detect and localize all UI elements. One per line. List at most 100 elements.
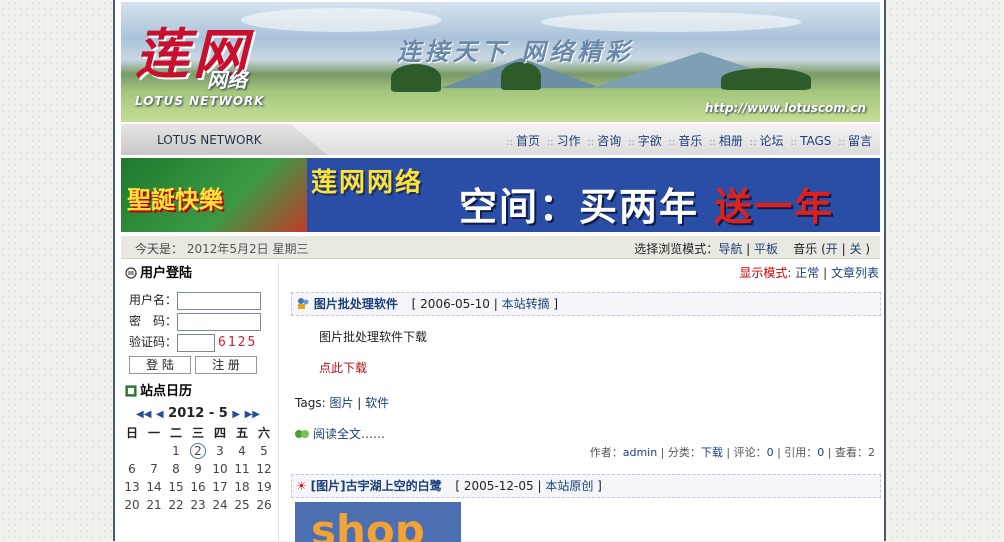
thumbnail-text: shop	[311, 506, 425, 542]
calendar-day[interactable]: 22	[165, 496, 187, 514]
logo-subtitle: 网络	[207, 68, 247, 92]
mode-flat-link[interactable]: 平板	[754, 242, 778, 256]
nav-item-music[interactable]: 音乐	[678, 134, 702, 148]
password-input[interactable]	[177, 312, 262, 331]
tag-link-image[interactable]: 图片	[329, 396, 353, 410]
read-more-link[interactable]: 阅读全文……	[313, 427, 385, 441]
today-value: 2012年5月2日 星期三	[186, 242, 309, 256]
calendar-day[interactable]: 23	[187, 496, 209, 514]
post-thumbnail[interactable]: shop	[295, 502, 461, 542]
post-title-link[interactable]: 图片批处理软件	[314, 297, 398, 311]
login-title: 用户登陆	[121, 262, 275, 286]
post-source-link-2[interactable]: 本站原创	[545, 479, 593, 493]
browse-mode: 选择浏览模式：导航 | 平板 音乐 (开 | 关 )	[634, 242, 870, 256]
weekday-header: 二	[169, 426, 182, 440]
calendar-day	[121, 442, 143, 460]
category-link[interactable]: 下载	[701, 446, 723, 459]
nav-item-forum[interactable]: 论坛	[760, 134, 784, 148]
post-title-bar-2: ☀ [图片]古宇湖上空的白鹭 [ 2005-12-05 | 本站原创 ]	[291, 474, 881, 498]
register-button[interactable]: 注 册	[195, 356, 257, 374]
weekday-header: 四	[213, 426, 226, 440]
post-title-link-2[interactable]: [图片]古宇湖上空的白鹭	[311, 479, 442, 493]
calendar-day[interactable]: 3	[209, 442, 231, 460]
banner-brand: 莲网网络	[311, 168, 424, 198]
prev-month-icon[interactable]: ◀	[156, 409, 164, 420]
calendar-day[interactable]: 6	[121, 460, 143, 478]
calendar-day[interactable]: 7	[143, 460, 165, 478]
prev-year-icon[interactable]: ◀◀	[136, 409, 151, 420]
site-url: http://www.lotuscom.cn	[704, 101, 866, 115]
post-icon	[296, 297, 310, 311]
nav-item-album[interactable]: 相册	[719, 134, 743, 148]
logo-english: LOTUS NETWORK	[135, 94, 265, 108]
post-date: 2006-05-10	[420, 297, 490, 311]
calendar-day[interactable]: 11	[231, 460, 253, 478]
calendar-day[interactable]: 17	[209, 478, 231, 496]
sidebar: 用户登陆 用户名： 密 码： 验证码： 6125 登 陆注 册 站点日历 ◀◀ ◀…	[121, 262, 275, 514]
view-count: 2	[868, 446, 875, 459]
read-more: 阅读全文……	[291, 425, 881, 442]
calendar-day[interactable]: 9	[187, 460, 209, 478]
calendar-day[interactable]: 10	[209, 460, 231, 478]
post-meta: [ 2006-05-10 | 本站转摘 ]	[411, 297, 559, 311]
calendar-day[interactable]: 13	[121, 478, 143, 496]
next-month-icon[interactable]: ▶	[232, 409, 240, 420]
date-bar: 今天是： 2012年5月2日 星期三 选择浏览模式：导航 | 平板 音乐 (开 …	[121, 236, 880, 259]
calendar-day[interactable]: 1	[165, 442, 187, 460]
nav-item-desire[interactable]: 字欲	[638, 134, 662, 148]
nav-item-writing[interactable]: 习作	[557, 134, 581, 148]
calendar-day[interactable]: 12	[253, 460, 275, 478]
calendar-day[interactable]: 4	[231, 442, 253, 460]
calendar-day	[143, 442, 165, 460]
calendar-day[interactable]: 19	[253, 478, 275, 496]
post-title-bar: 图片批处理软件 [ 2006-05-10 | 本站转摘 ]	[291, 292, 881, 316]
calendar-title-text: 站点日历	[140, 384, 193, 399]
calendar-day[interactable]: 2	[190, 443, 206, 459]
calendar-day[interactable]: 26	[253, 496, 275, 514]
music-on-link[interactable]: 开	[826, 242, 838, 256]
password-label: 密 码：	[129, 314, 178, 328]
calendar-day[interactable]: 25	[231, 496, 253, 514]
nav-item-tags[interactable]: TAGS	[800, 134, 831, 148]
page-container: 莲网 网络 LOTUS NETWORK 连接天下 网络精彩 http://www…	[113, 0, 886, 542]
music-close: )	[865, 242, 870, 256]
calendar-day[interactable]: 18	[231, 478, 253, 496]
nav-menu: :: 首页 :: 习作 :: 咨询 :: 字欲 :: 音乐 :: 相册 :: 论坛 :: TAG…	[506, 134, 872, 148]
display-list-link[interactable]: 文章列表	[831, 266, 879, 280]
calendar-day[interactable]: 24	[209, 496, 231, 514]
post-tags: Tags: 图片 | 软件	[295, 396, 390, 410]
next-year-icon[interactable]: ▶▶	[245, 409, 260, 420]
captcha-input[interactable]	[177, 333, 216, 352]
weekday-header: 六	[257, 426, 270, 440]
username-input[interactable]	[177, 291, 262, 310]
ad-banner[interactable]: 聖誕快樂 莲网网络 空间：买两年 送一年	[121, 158, 880, 232]
music-off-link[interactable]: 关	[849, 242, 861, 256]
calendar-day[interactable]: 5	[253, 442, 275, 460]
calendar-day[interactable]: 8	[165, 460, 187, 478]
calendar-day[interactable]: 20	[121, 496, 143, 514]
tag-link-software[interactable]: 软件	[365, 396, 389, 410]
calendar-day[interactable]: 16	[187, 478, 209, 496]
post-source-link[interactable]: 本站转摘	[502, 297, 550, 311]
display-normal-link[interactable]: 正常	[795, 266, 819, 280]
today-label: 今天是：	[135, 242, 184, 256]
captcha-label: 验证码：	[129, 335, 178, 349]
main-nav: LOTUS NETWORK :: 首页 :: 习作 :: 咨询 :: 字欲 :: 音乐 :…	[121, 124, 880, 155]
calendar-day[interactable]: 15	[165, 478, 187, 496]
login-button[interactable]: 登 陆	[129, 356, 191, 374]
category-label: 分类：	[667, 446, 701, 459]
nav-item-guestbook[interactable]: 留言	[848, 134, 872, 148]
ref-count[interactable]: 0	[817, 446, 824, 459]
sidebar-divider	[278, 262, 279, 541]
nav-item-consult[interactable]: 咨询	[597, 134, 621, 148]
calendar-day[interactable]: 21	[143, 496, 165, 514]
calendar-day[interactable]: 14	[143, 478, 165, 496]
author-label: 作者：	[589, 446, 623, 459]
download-link[interactable]: 点此下载	[319, 361, 881, 376]
author-link[interactable]: admin	[623, 446, 657, 459]
nav-item-home[interactable]: 首页	[516, 134, 540, 148]
comment-count[interactable]: 0	[767, 446, 774, 459]
login-icon	[125, 264, 137, 279]
weekday-header: 三	[191, 426, 204, 440]
mode-nav-link[interactable]: 导航	[718, 242, 742, 256]
